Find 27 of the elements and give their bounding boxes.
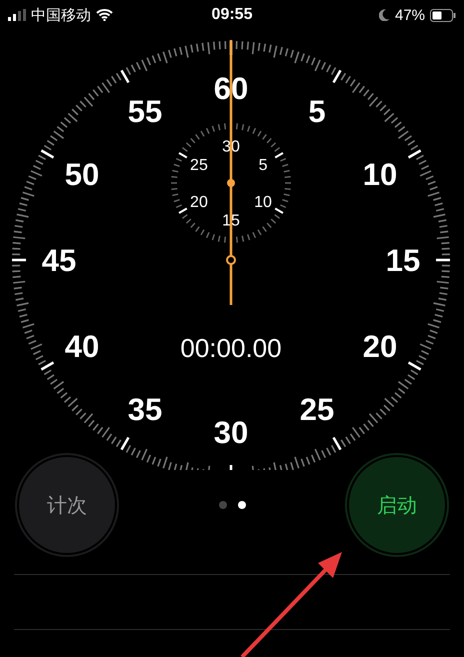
moon-icon: [378, 9, 390, 21]
clock-time: 09:55: [212, 6, 252, 24]
start-button[interactable]: 启动: [349, 457, 445, 553]
signal-icon: [8, 9, 26, 21]
carrier-name: 中国移动: [31, 6, 91, 24]
wifi-icon: [96, 9, 113, 21]
dial-number: 45: [42, 243, 76, 278]
dial-number: 25: [300, 392, 334, 427]
subdial-number: 20: [190, 194, 208, 211]
dial-number: 40: [64, 329, 100, 364]
battery-percent: 47%: [394, 6, 426, 24]
page-dot[interactable]: [238, 501, 246, 509]
dial-number: 30: [214, 415, 248, 450]
lap-button[interactable]: 计次: [19, 457, 115, 553]
dial-number: 55: [128, 94, 162, 130]
elapsed-time: 00:00.00: [180, 333, 282, 363]
subdial-number: 25: [190, 157, 208, 174]
battery-icon: [430, 8, 456, 22]
dial-number: 35: [128, 392, 162, 427]
dial-number: 20: [362, 329, 398, 364]
dial-number: 15: [386, 243, 420, 278]
page-dot[interactable]: [218, 501, 226, 509]
dial-number: 50: [64, 157, 100, 192]
subdial-number: 10: [254, 194, 272, 211]
dial-number: 5: [308, 94, 326, 130]
subdial-number: 5: [258, 157, 268, 174]
dial-number: 10: [362, 157, 398, 192]
